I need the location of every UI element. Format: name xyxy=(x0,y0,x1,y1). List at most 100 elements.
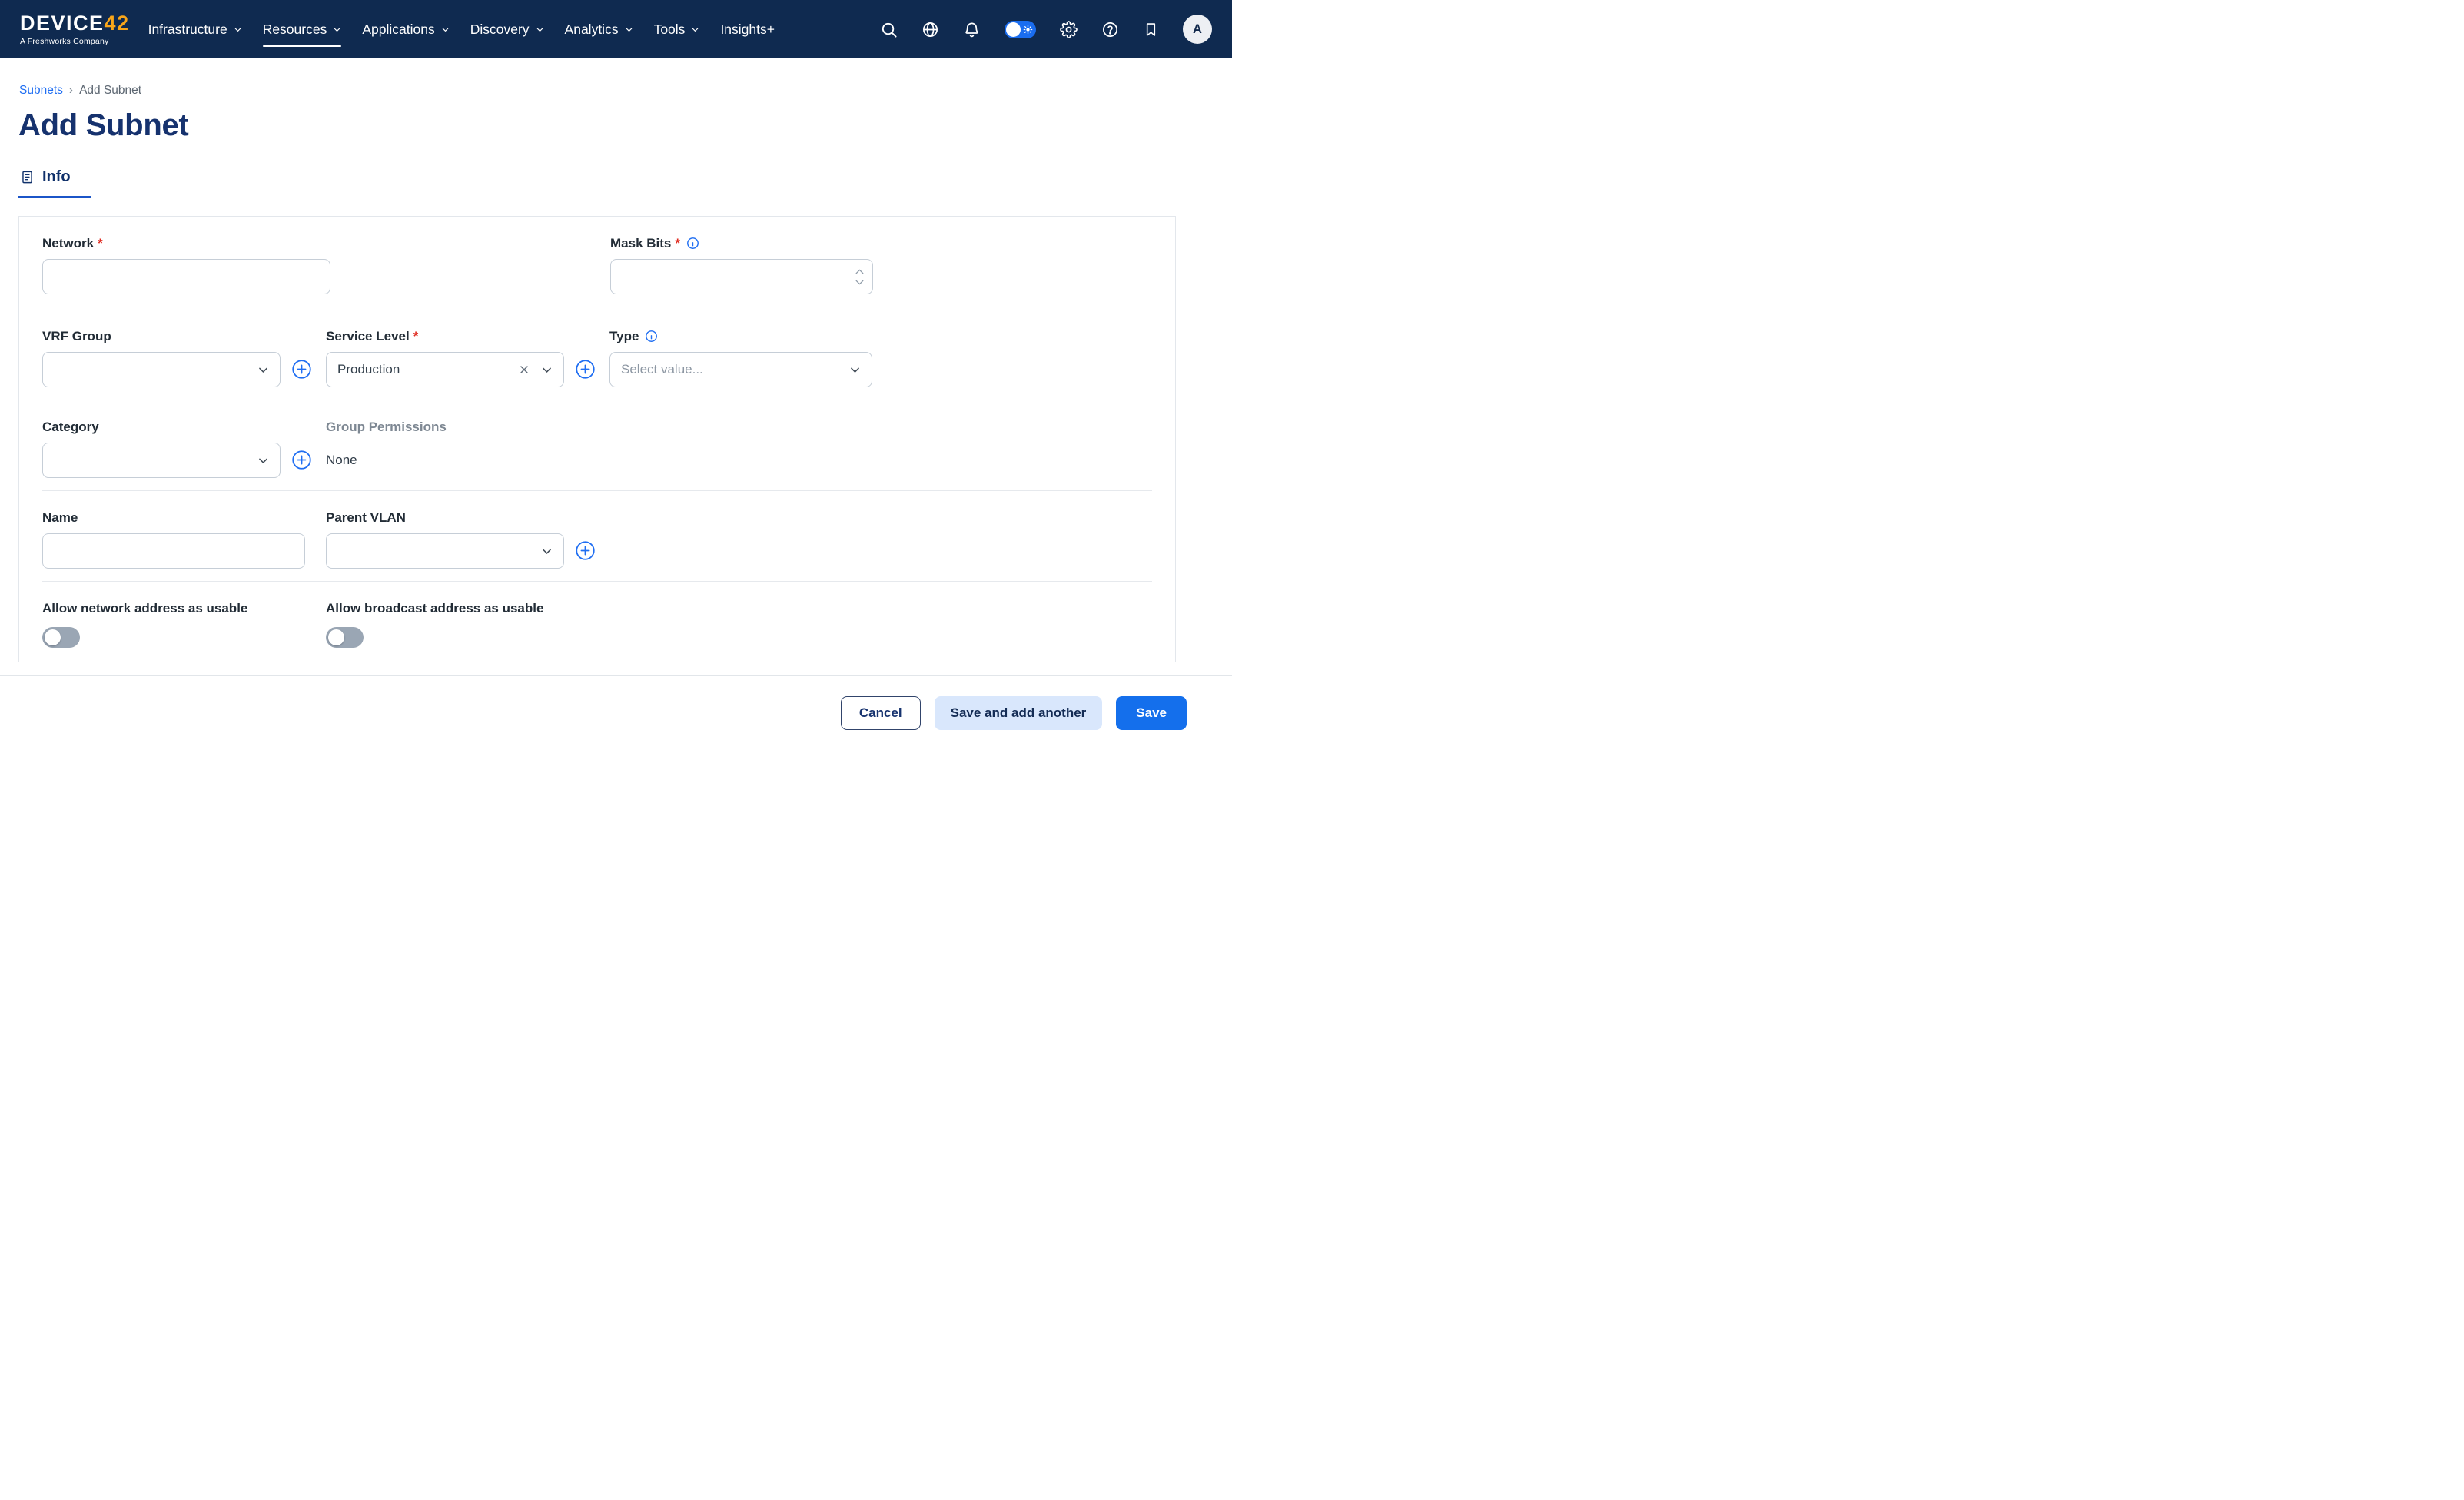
plus-circle-icon xyxy=(291,359,312,380)
theme-toggle[interactable] xyxy=(1005,21,1036,38)
bookmarks-button[interactable] xyxy=(1143,22,1159,38)
network-field: Network * xyxy=(42,235,330,294)
allow-network-address-toggle[interactable] xyxy=(42,627,80,648)
nav-item-tools[interactable]: Tools xyxy=(654,0,700,58)
category-select[interactable] xyxy=(42,443,281,478)
required-marker: * xyxy=(675,236,680,251)
allow-broadcast-address-label: Allow broadcast address as usable xyxy=(326,601,543,616)
chevron-down-icon xyxy=(257,454,270,467)
toggle-knob xyxy=(45,629,61,645)
info-icon[interactable] xyxy=(686,237,699,250)
tab-info[interactable]: Info xyxy=(18,158,91,197)
nav-item-infrastructure[interactable]: Infrastructure xyxy=(148,0,242,58)
chevron-down-icon xyxy=(540,545,553,558)
chevron-down-icon xyxy=(333,25,341,34)
device42-logo[interactable]: DEVICE42 A Freshworks Company xyxy=(20,13,130,46)
toggle-knob xyxy=(328,629,344,645)
breadcrumb-current: Add Subnet xyxy=(79,84,141,98)
service-level-select[interactable]: Production xyxy=(326,352,564,387)
stepper-up-button[interactable] xyxy=(855,268,865,275)
page-title: Add Subnet xyxy=(18,108,1232,142)
save-button[interactable]: Save xyxy=(1116,696,1187,730)
toggle-knob xyxy=(1006,22,1021,37)
chevron-down-icon xyxy=(855,279,865,286)
type-label: Type xyxy=(609,329,639,344)
plus-circle-icon xyxy=(575,359,596,380)
category-label: Category xyxy=(42,420,99,435)
help-button[interactable] xyxy=(1101,21,1119,38)
nav-item-resources[interactable]: Resources xyxy=(263,0,342,58)
service-level-value: Production xyxy=(337,362,400,377)
nav-item-applications[interactable]: Applications xyxy=(362,0,449,58)
parent-vlan-select[interactable] xyxy=(326,533,564,569)
nav-item-insights[interactable]: Insights+ xyxy=(720,0,775,58)
nav-item-label: Insights+ xyxy=(720,22,775,38)
group-permissions-label: Group Permissions xyxy=(326,420,447,435)
globe-button[interactable] xyxy=(922,21,939,38)
chevron-down-icon xyxy=(540,363,553,377)
type-select[interactable]: Select value... xyxy=(609,352,872,387)
logo-primary-text: DEVICE xyxy=(20,12,105,35)
chevron-down-icon xyxy=(441,25,450,34)
form-row-category: Category Group Permissions xyxy=(19,400,1175,490)
vrf-group-select[interactable] xyxy=(42,352,281,387)
chevron-down-icon xyxy=(257,363,270,377)
chevron-up-icon xyxy=(855,268,865,275)
add-subnet-page: DEVICE42 A Freshworks Company Infrastruc… xyxy=(0,0,1232,750)
chevron-down-icon xyxy=(691,25,699,34)
chevron-down-icon xyxy=(848,363,862,377)
nav-item-analytics[interactable]: Analytics xyxy=(565,0,633,58)
chevron-down-icon xyxy=(536,25,544,34)
save-and-add-another-button[interactable]: Save and add another xyxy=(935,696,1103,730)
plus-circle-icon xyxy=(291,450,312,470)
stepper-down-button[interactable] xyxy=(855,279,865,286)
gear-icon xyxy=(1060,21,1078,38)
help-icon xyxy=(1101,21,1119,38)
network-input[interactable] xyxy=(42,259,330,294)
clear-service-level-button[interactable] xyxy=(518,363,530,376)
allow-network-address-field: Allow network address as usable xyxy=(42,600,247,648)
cancel-button[interactable]: Cancel xyxy=(841,696,921,730)
service-level-field: Service Level * Production xyxy=(326,328,564,387)
form-row-toggles: Allow network address as usable Allow br… xyxy=(19,582,1175,662)
add-category-button[interactable] xyxy=(291,450,312,470)
globe-icon xyxy=(922,21,939,38)
allow-broadcast-address-toggle[interactable] xyxy=(326,627,364,648)
mask-bits-stepper xyxy=(855,259,865,294)
settings-button[interactable] xyxy=(1060,21,1078,38)
mask-bits-input[interactable] xyxy=(610,259,873,294)
service-level-label: Service Level xyxy=(326,329,410,344)
vrf-group-label: VRF Group xyxy=(42,329,111,344)
logo-accent-text: 42 xyxy=(105,12,130,35)
navbar-actions: A xyxy=(880,15,1212,44)
bookmark-icon xyxy=(1143,22,1159,38)
parent-vlan-field: Parent VLAN xyxy=(326,509,564,569)
add-service-level-button[interactable] xyxy=(575,359,596,380)
search-button[interactable] xyxy=(880,21,898,38)
nav-item-label: Infrastructure xyxy=(148,22,227,38)
top-navbar: DEVICE42 A Freshworks Company Infrastruc… xyxy=(0,0,1232,58)
sun-icon xyxy=(1023,25,1033,35)
name-input[interactable] xyxy=(42,533,305,569)
group-permissions-value: None xyxy=(326,453,447,468)
allow-broadcast-address-field: Allow broadcast address as usable xyxy=(326,600,543,648)
device42-logo-text: DEVICE42 xyxy=(20,13,130,34)
add-vrf-group-button[interactable] xyxy=(291,359,312,380)
name-label: Name xyxy=(42,510,78,526)
nav-item-label: Discovery xyxy=(470,22,530,38)
user-avatar[interactable]: A xyxy=(1183,15,1212,44)
type-field: Type Select value... xyxy=(609,328,872,387)
category-field: Category xyxy=(42,419,281,478)
search-icon xyxy=(880,21,898,38)
add-parent-vlan-button[interactable] xyxy=(575,540,596,561)
subnet-form-card: Network * Mask Bits * xyxy=(18,216,1176,662)
nav-item-discovery[interactable]: Discovery xyxy=(470,0,544,58)
form-row-vrf-service-type: VRF Group Service Level xyxy=(19,314,1175,400)
document-icon xyxy=(20,170,35,184)
notifications-button[interactable] xyxy=(963,21,981,38)
breadcrumb-link-subnets[interactable]: Subnets xyxy=(19,84,63,98)
allow-network-address-label: Allow network address as usable xyxy=(42,601,247,616)
tab-info-label: Info xyxy=(42,168,71,186)
vrf-group-field: VRF Group xyxy=(42,328,281,387)
info-icon[interactable] xyxy=(645,330,658,343)
